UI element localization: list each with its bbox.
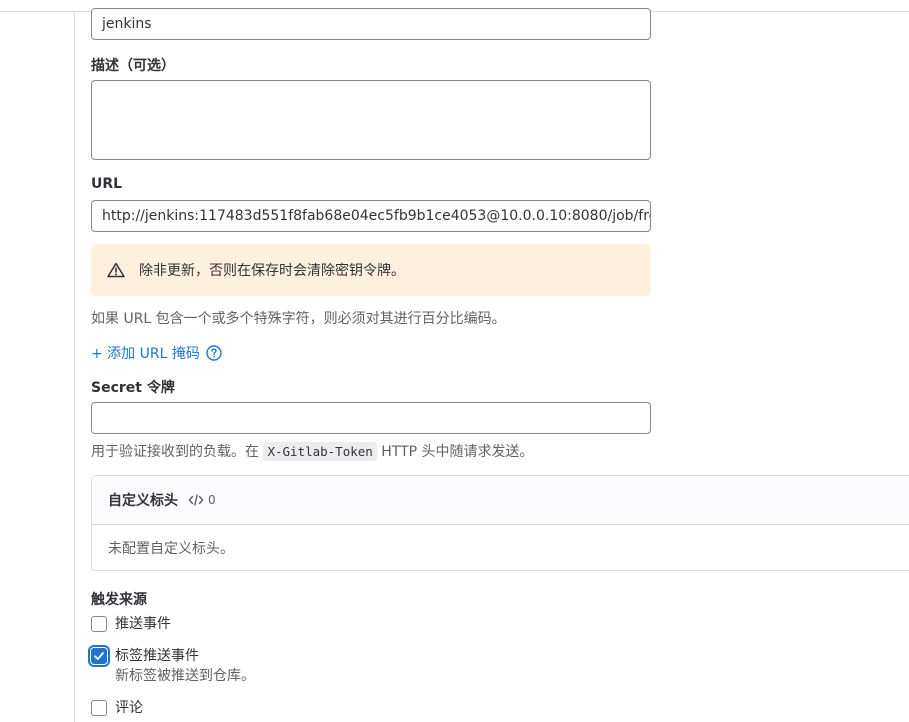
- custom-headers-card: 自定义标头 0 未配置自定义标头。: [91, 475, 909, 571]
- tag-push-events-checkbox[interactable]: [91, 648, 107, 664]
- custom-headers-count-value: 0: [208, 493, 216, 507]
- add-url-mask-row: + 添加 URL 掩码: [91, 343, 222, 363]
- custom-headers-header: 自定义标头 0: [92, 476, 909, 525]
- secret-token-warning-alert: 除非更新，否则在保存时会清除密钥令牌。: [91, 244, 651, 296]
- secret-token-input[interactable]: [91, 402, 651, 434]
- custom-headers-empty-text: 未配置自定义标头。: [108, 541, 234, 557]
- alert-text: 除非更新，否则在保存时会清除密钥令牌。: [139, 263, 405, 279]
- custom-headers-body: 未配置自定义标头。: [92, 525, 909, 571]
- url-label: URL: [91, 176, 123, 192]
- description-label: 描述（可选）: [91, 58, 175, 74]
- trigger-section-label: 触发来源: [91, 592, 147, 608]
- add-url-mask-link[interactable]: + 添加 URL 掩码: [91, 343, 200, 363]
- trigger-tag-push-events[interactable]: 标签推送事件 新标签被推送到仓库。: [91, 647, 255, 685]
- warning-icon: [107, 262, 125, 278]
- push-events-label: 推送事件: [115, 616, 171, 632]
- secret-help-after: HTTP 头中随请求发送。: [381, 444, 534, 460]
- name-input[interactable]: jenkins: [91, 8, 651, 40]
- secret-help-code: X-Gitlab-Token: [263, 442, 377, 461]
- url-input-value: http://jenkins:117483d551f8fab68e04ec5fb…: [102, 208, 651, 224]
- tag-push-events-help: 新标签被推送到仓库。: [115, 668, 255, 684]
- comments-label: 评论: [115, 700, 143, 716]
- url-help-text: 如果 URL 包含一个或多个特殊字符，则必须对其进行百分比编码。: [91, 311, 506, 327]
- secret-help-before: 用于验证接收到的负载。在: [91, 444, 259, 460]
- description-textarea[interactable]: [91, 80, 651, 160]
- custom-headers-count: 0: [188, 493, 216, 507]
- question-circle-icon[interactable]: [206, 345, 222, 361]
- code-icon: [188, 493, 204, 507]
- tag-push-events-label: 标签推送事件: [115, 648, 199, 664]
- name-input-value: jenkins: [102, 16, 152, 32]
- custom-headers-title: 自定义标头: [108, 493, 178, 509]
- comments-checkbox[interactable]: [91, 700, 107, 716]
- push-events-checkbox[interactable]: [91, 616, 107, 632]
- secret-token-help: 用于验证接收到的负载。在 X-Gitlab-Token HTTP 头中随请求发送…: [91, 441, 534, 461]
- secret-token-label: Secret 令牌: [91, 380, 175, 396]
- url-input[interactable]: http://jenkins:117483d551f8fab68e04ec5fb…: [91, 200, 651, 232]
- webhook-form: jenkins 描述（可选） URL http://jenkins:117483…: [91, 0, 909, 722]
- left-rail-divider: [74, 12, 75, 722]
- trigger-push-events[interactable]: 推送事件: [91, 615, 171, 633]
- check-icon: [94, 652, 104, 660]
- trigger-comments[interactable]: 评论: [91, 699, 143, 717]
